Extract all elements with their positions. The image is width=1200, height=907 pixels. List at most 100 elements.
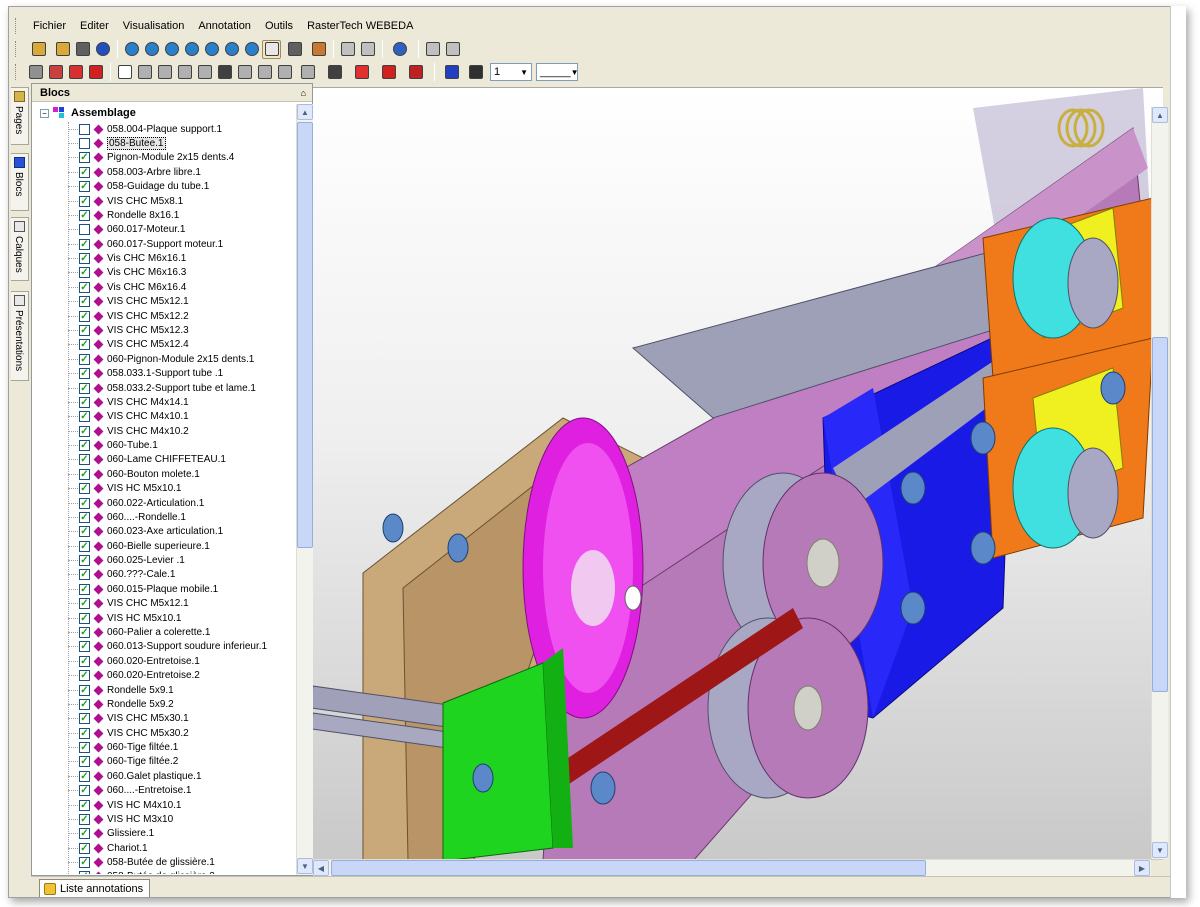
fill-color-button[interactable] bbox=[349, 63, 375, 82]
visibility-checkbox[interactable]: ✓ bbox=[79, 238, 90, 250]
tree-item[interactable]: ✓ 060.025-Levier .1 bbox=[68, 553, 185, 567]
visibility-checkbox[interactable]: ✓ bbox=[79, 281, 90, 293]
viewport-vthumb[interactable] bbox=[1152, 337, 1168, 692]
tree-item[interactable]: ✓ Vis CHC M6x16.3 bbox=[68, 266, 186, 280]
visibility-checkbox[interactable]: ✓ bbox=[79, 727, 90, 739]
visibility-checkbox[interactable]: ✓ bbox=[79, 296, 90, 308]
visibility-checkbox[interactable]: ✓ bbox=[79, 209, 90, 221]
visibility-checkbox[interactable]: ✓ bbox=[79, 267, 90, 279]
tree-item[interactable]: ✓ 060.Galet plastique.1 bbox=[68, 769, 202, 783]
undo-markup-button[interactable] bbox=[135, 63, 154, 82]
visibility-checkbox[interactable]: ✓ bbox=[79, 440, 90, 452]
shape-button[interactable] bbox=[275, 63, 294, 82]
tree-item[interactable]: ✓ 060.022-Articulation.1 bbox=[68, 496, 204, 510]
visibility-checkbox[interactable]: ✓ bbox=[79, 655, 90, 667]
visibility-checkbox[interactable]: ✓ bbox=[79, 756, 90, 768]
tree-item[interactable]: ✓ Rondelle 8x16.1 bbox=[68, 208, 179, 222]
person-button[interactable] bbox=[255, 63, 274, 82]
curve-button[interactable] bbox=[322, 63, 348, 82]
visibility-checkbox[interactable]: ✓ bbox=[79, 569, 90, 581]
pan-hand-button[interactable] bbox=[262, 39, 281, 59]
visibility-checkbox[interactable]: ✓ bbox=[79, 713, 90, 725]
menu-fichier[interactable]: Fichier bbox=[26, 20, 73, 32]
open-folder-button[interactable] bbox=[26, 40, 52, 59]
tab-blocs[interactable]: Blocs bbox=[11, 153, 29, 211]
tree-item[interactable]: ✓ 060-Bouton molete.1 bbox=[68, 467, 200, 481]
viewport-hthumb[interactable] bbox=[331, 860, 926, 876]
visibility-checkbox[interactable]: ✓ bbox=[79, 310, 90, 322]
export-button[interactable] bbox=[423, 40, 442, 59]
tree-item[interactable]: ✓ 060-Tige filtée.1 bbox=[68, 740, 178, 754]
visibility-checkbox[interactable]: ✓ bbox=[79, 526, 90, 538]
tree-item[interactable]: ✓ Glissiere.1 bbox=[68, 827, 154, 841]
visibility-checkbox[interactable]: ✓ bbox=[79, 181, 90, 193]
zoom-out-button[interactable] bbox=[182, 40, 201, 59]
delete-button[interactable] bbox=[86, 63, 105, 82]
tree-item[interactable]: ✓ VIS CHC M5x30.1 bbox=[68, 712, 189, 726]
viewport-hscroll[interactable]: ◀ ▶ bbox=[313, 859, 1151, 876]
info-button[interactable] bbox=[93, 40, 112, 59]
tree-scrollbar[interactable]: ▲ ▼ bbox=[296, 104, 313, 875]
save-button[interactable] bbox=[26, 63, 45, 82]
visibility-checkbox[interactable] bbox=[79, 123, 90, 135]
outer-scrollbar[interactable] bbox=[1170, 6, 1186, 898]
visibility-checkbox[interactable]: ✓ bbox=[79, 195, 90, 207]
pencil-button[interactable] bbox=[195, 63, 214, 82]
scroll-thumb[interactable] bbox=[297, 122, 313, 548]
tree-item[interactable]: ✓ 060-Pignon-Module 2x15 dents.1 bbox=[68, 352, 254, 366]
visibility-checkbox[interactable]: ✓ bbox=[79, 742, 90, 754]
viewport-scroll-up[interactable]: ▲ bbox=[1152, 107, 1168, 123]
tree-item[interactable]: ✓ VIS HC M5x10.1 bbox=[68, 611, 181, 625]
visibility-checkbox[interactable]: ✓ bbox=[79, 799, 90, 811]
tree-item[interactable]: ✓ 058-Butée de glissière.2 bbox=[68, 870, 215, 874]
visibility-checkbox[interactable]: ✓ bbox=[79, 325, 90, 336]
visibility-checkbox[interactable]: ✓ bbox=[79, 353, 90, 365]
page-next-button[interactable] bbox=[358, 40, 377, 59]
folder-button[interactable] bbox=[53, 40, 72, 59]
tree-item[interactable]: ✓ 060.015-Plaque mobile.1 bbox=[68, 582, 218, 596]
tree-item[interactable]: ✓ 060.017-Support moteur.1 bbox=[68, 237, 223, 251]
visibility-checkbox[interactable]: ✓ bbox=[79, 540, 90, 552]
visibility-checkbox[interactable]: ✓ bbox=[79, 598, 90, 610]
visibility-checkbox[interactable]: ✓ bbox=[79, 497, 90, 509]
visibility-checkbox[interactable]: ✓ bbox=[79, 468, 90, 480]
line-width-select[interactable]: 1 ▼ bbox=[490, 63, 532, 81]
tree-item[interactable]: ✓ 058.033.1-Support tube .1 bbox=[68, 366, 223, 380]
menu-rastertech-webeda[interactable]: RasterTech WEBEDA bbox=[300, 20, 420, 32]
visibility-checkbox[interactable]: ✓ bbox=[79, 698, 90, 710]
tree-item[interactable]: ✓ VIS CHC M5x12.2 bbox=[68, 309, 189, 323]
tree-item[interactable]: ✓ VIS HC M4x10.1 bbox=[68, 798, 181, 812]
tree-item[interactable]: ✓ 060.023-Axe articulation.1 bbox=[68, 525, 223, 539]
visibility-checkbox[interactable]: ✓ bbox=[79, 339, 90, 351]
visibility-checkbox[interactable]: ✓ bbox=[79, 813, 90, 825]
tree-item[interactable]: ✓ 060.020-Entretoise.1 bbox=[68, 654, 200, 668]
tab-calques[interactable]: Calques bbox=[11, 217, 29, 281]
visibility-checkbox[interactable]: ✓ bbox=[79, 454, 90, 466]
measure-button[interactable] bbox=[439, 63, 465, 82]
visibility-checkbox[interactable]: ✓ bbox=[79, 483, 90, 495]
visibility-checkbox[interactable]: ✓ bbox=[79, 396, 90, 408]
tree-item[interactable]: ✓ 060-Palier a colerette.1 bbox=[68, 625, 210, 639]
visibility-checkbox[interactable]: ✓ bbox=[79, 612, 90, 624]
line-button[interactable] bbox=[295, 63, 321, 82]
visibility-checkbox[interactable]: ✓ bbox=[79, 425, 90, 437]
tree-item[interactable]: 058.004-Plaque support.1 bbox=[68, 122, 222, 136]
zoom-fit-button[interactable] bbox=[142, 40, 161, 59]
tree-item[interactable]: 058-Butee.1 bbox=[68, 136, 166, 151]
tab-liste-annotations[interactable]: Liste annotations bbox=[39, 879, 151, 897]
visibility-checkbox[interactable]: ✓ bbox=[79, 555, 90, 567]
viewport-vscroll[interactable]: ▲ ▼ bbox=[1151, 107, 1168, 859]
visibility-checkbox[interactable]: ✓ bbox=[79, 166, 90, 178]
visibility-checkbox[interactable]: ✓ bbox=[79, 871, 90, 874]
tree-item[interactable]: ✓ 060.013-Support soudure inferieur.1 bbox=[68, 640, 267, 654]
zoom-in-button[interactable] bbox=[162, 40, 181, 59]
menu-outils[interactable]: Outils bbox=[258, 20, 300, 32]
tree-item[interactable]: ✓ 060.020-Entretoise.2 bbox=[68, 668, 200, 682]
visibility-checkbox[interactable]: ✓ bbox=[79, 785, 90, 797]
visibility-checkbox[interactable]: ✓ bbox=[79, 626, 90, 638]
model-viewport[interactable] bbox=[313, 87, 1163, 860]
undo-button[interactable] bbox=[443, 40, 462, 59]
line-style-select[interactable]: _____ ▼ bbox=[536, 63, 579, 81]
tree-item[interactable]: ✓ 060-Tube.1 bbox=[68, 438, 158, 452]
visibility-checkbox[interactable]: ✓ bbox=[79, 253, 90, 265]
